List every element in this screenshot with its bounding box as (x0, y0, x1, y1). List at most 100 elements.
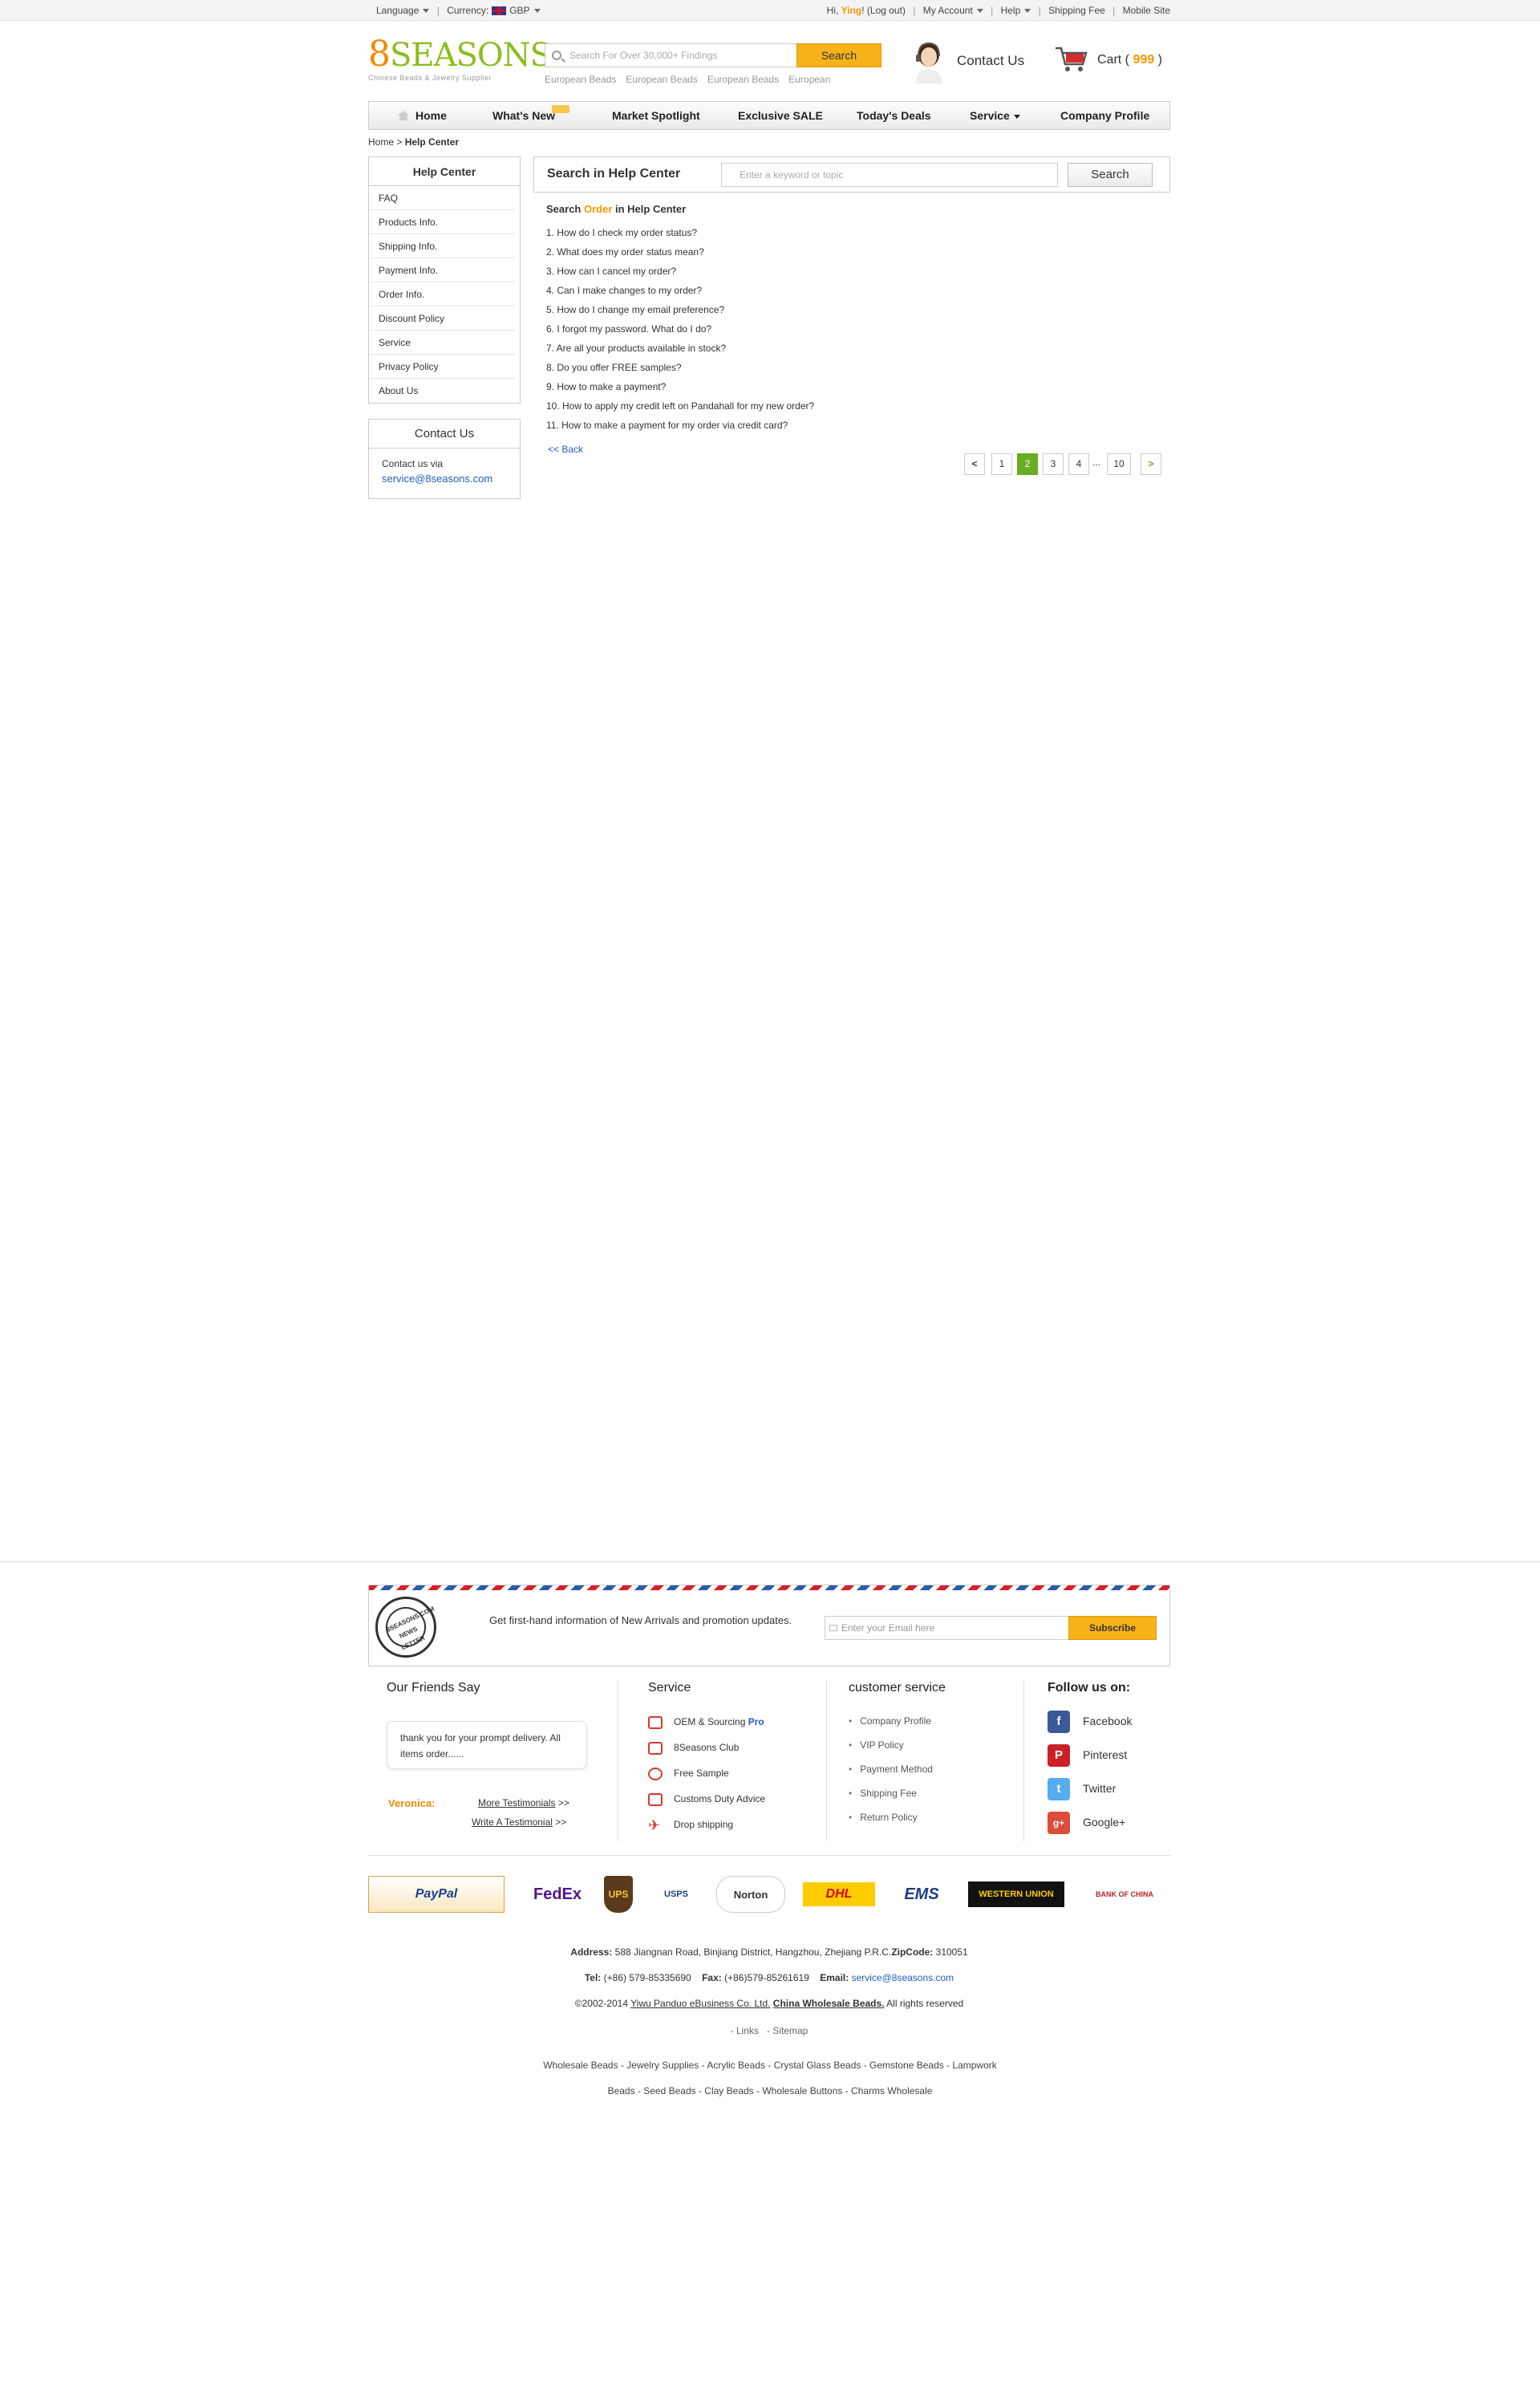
mobile-site-link[interactable]: Mobile Site (1123, 5, 1170, 16)
question-link[interactable]: 5. How do I change my email preference? (546, 300, 814, 319)
question-link[interactable]: 8. Do you offer FREE samples? (546, 358, 814, 377)
nav-service[interactable]: Service (970, 102, 1020, 129)
links-link[interactable]: - Links (731, 2025, 759, 2036)
testimonials-column: Our Friends Say (387, 1681, 480, 1695)
question-link[interactable]: 1. How do I check my order status? (546, 223, 814, 242)
customer-service-list: Company Profile VIP Policy Payment Metho… (849, 1709, 933, 1829)
nav-todays-deals[interactable]: Today's Deals (857, 102, 931, 129)
social-twitter[interactable]: t Twitter (1048, 1776, 1132, 1810)
header: 8SEASONS Chinese Beads & Jewelry Supplie… (368, 34, 1162, 86)
help-search-button[interactable]: Search (1068, 163, 1153, 187)
social-pinterest[interactable]: P Pinterest (1048, 1743, 1132, 1776)
back-link[interactable]: << Back (548, 444, 583, 455)
hot-keyword-link[interactable]: European Beads (707, 74, 779, 85)
currency-selector[interactable]: Currency: GBP (447, 5, 541, 16)
cs-return-policy[interactable]: Return Policy (849, 1805, 933, 1829)
page-button[interactable]: 3 (1043, 453, 1064, 475)
sidebar-item-privacy-policy[interactable]: Privacy Policy (369, 355, 515, 379)
oem-icon (648, 1715, 663, 1729)
question-link[interactable]: 3. How can I cancel my order? (546, 262, 814, 281)
next-page-button[interactable]: > (1141, 453, 1161, 475)
nav-home[interactable]: Home (398, 102, 447, 129)
site-name-link[interactable]: China Wholesale Beads. (773, 1998, 885, 2009)
nav-whats-new[interactable]: What's New (492, 102, 570, 129)
question-link[interactable]: 11. How to make a payment for my order v… (546, 416, 814, 435)
sidebar-item-about-us[interactable]: About Us (369, 379, 515, 403)
help-menu[interactable]: Help (1001, 5, 1031, 16)
nav-company-profile[interactable]: Company Profile (1060, 102, 1149, 129)
service-list: OEM & Sourcing Pro 8Seasons Club Free Sa… (648, 1709, 765, 1837)
username[interactable]: Ying (841, 5, 862, 16)
shipping-fee-link[interactable]: Shipping Fee (1048, 5, 1105, 16)
customs-icon (648, 1792, 663, 1806)
service-customs-duty[interactable]: Customs Duty Advice (648, 1786, 765, 1812)
nav-market-spotlight[interactable]: Market Spotlight (612, 102, 700, 129)
contact-box-title: Contact Us (369, 420, 520, 449)
breadcrumb-home[interactable]: Home (368, 136, 394, 148)
service-drop-shipping[interactable]: ✈ Drop shipping (648, 1812, 765, 1837)
dhl-logo: DHL (803, 1882, 875, 1906)
question-link[interactable]: 9. How to make a payment? (546, 377, 814, 396)
page-button[interactable]: 4 (1068, 453, 1089, 475)
search-input[interactable]: Search For Over 30,000+ Findings (569, 44, 717, 67)
bank-of-china-logo: BANK OF CHINA (1096, 1890, 1153, 1898)
my-account-menu[interactable]: My Account (923, 5, 983, 16)
logout-link[interactable]: (Log out) (867, 5, 906, 16)
language-selector[interactable]: Language (376, 5, 430, 16)
sidebar-item-order-info[interactable]: Order Info. (369, 282, 515, 306)
norton-logo: Norton (716, 1876, 785, 1913)
question-link[interactable]: 2. What does my order status mean? (546, 242, 814, 262)
page-button-last[interactable]: 10 (1107, 453, 1131, 475)
airmail-stripe (369, 1585, 1169, 1590)
breadcrumb-current: Help Center (404, 136, 460, 148)
sidebar-item-payment-info[interactable]: Payment Info. (369, 258, 515, 282)
sidebar-item-faq[interactable]: FAQ (369, 186, 515, 210)
page-button[interactable]: 1 (991, 453, 1012, 475)
help-search-input[interactable]: Enter a keyword or topic (721, 163, 1058, 187)
footer-divider (368, 1855, 1170, 1856)
new-badge (552, 105, 570, 113)
question-link[interactable]: 6. I forgot my password. What do I do? (546, 319, 814, 339)
more-testimonials-link[interactable]: More Testimonials >> (478, 1797, 569, 1808)
sitemap-link[interactable]: - Sitemap (767, 2025, 808, 2036)
cs-vip-policy[interactable]: VIP Policy (849, 1733, 933, 1757)
footer-contact-line: Tel: (+86) 579-85335690 Fax: (+86)579-85… (584, 1972, 954, 1983)
contact-us-block[interactable]: Contact Us (910, 39, 1039, 85)
contact-email-link[interactable]: service@8seasons.com (382, 473, 492, 485)
nav-exclusive-sale[interactable]: Exclusive SALE (738, 102, 823, 129)
footer-divider (1023, 1681, 1024, 1841)
question-link[interactable]: 7. Are all your products available in st… (546, 339, 814, 358)
search-button[interactable]: Search (796, 43, 881, 67)
airplane-icon: ✈ (648, 1816, 661, 1833)
question-link[interactable]: 4. Can I make changes to my order? (546, 281, 814, 300)
company-link[interactable]: Yiwu Panduo eBusiness Co. Ltd. (630, 1998, 770, 2009)
service-club[interactable]: 8Seasons Club (648, 1735, 765, 1760)
prev-page-button[interactable]: < (964, 453, 985, 475)
subscribe-button[interactable]: Subscribe (1068, 1616, 1157, 1640)
social-facebook[interactable]: f Facebook (1048, 1709, 1132, 1743)
cs-shipping-fee[interactable]: Shipping Fee (849, 1781, 933, 1805)
sidebar-item-shipping-info[interactable]: Shipping Info. (369, 234, 515, 258)
service-oem-sourcing[interactable]: OEM & Sourcing Pro (648, 1709, 765, 1735)
question-link[interactable]: 10. How to apply my credit left on Panda… (546, 396, 814, 416)
footer-divider (826, 1681, 827, 1841)
service-column: Service (648, 1681, 691, 1695)
chevron-down-icon (1013, 114, 1020, 119)
hot-keyword-link[interactable]: European (788, 74, 830, 85)
service-free-sample[interactable]: Free Sample (648, 1760, 765, 1786)
page-button-current[interactable]: 2 (1017, 453, 1038, 475)
footer-email-link[interactable]: service@8seasons.com (852, 1972, 954, 1983)
newsletter-email-input[interactable]: Enter your Email here (825, 1616, 1069, 1640)
fedex-logo: FedEx (533, 1885, 582, 1903)
sidebar-item-service[interactable]: Service (369, 331, 515, 355)
social-googleplus[interactable]: g+ Google+ (1048, 1810, 1132, 1844)
sidebar-item-discount-policy[interactable]: Discount Policy (369, 306, 515, 331)
site-logo[interactable]: 8SEASONS Chinese Beads & Jewelry Supplie… (368, 37, 552, 83)
sidebar-item-products-info[interactable]: Products Info. (369, 210, 515, 234)
write-testimonial-link[interactable]: Write A Testimonial >> (472, 1816, 566, 1828)
hot-keyword-link[interactable]: European Beads (545, 74, 616, 85)
cs-company-profile[interactable]: Company Profile (849, 1709, 933, 1733)
cs-payment-method[interactable]: Payment Method (849, 1757, 933, 1781)
newsletter-box: 8SEASONS.COM NEWS LETTER Get first-hand … (368, 1585, 1170, 1666)
hot-keyword-link[interactable]: European Beads (626, 74, 697, 85)
